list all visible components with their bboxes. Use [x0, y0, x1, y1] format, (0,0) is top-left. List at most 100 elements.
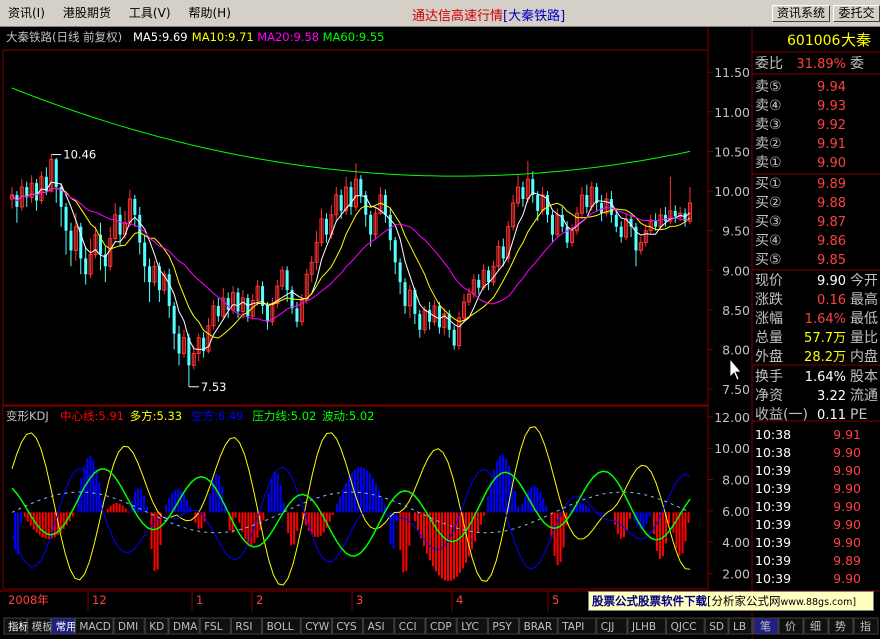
menu-help[interactable]: 帮助(H)	[183, 4, 237, 23]
indicator-tab-lyc[interactable]: LYC	[456, 617, 488, 635]
watermark-banner[interactable]: 股票公式股票软件下载[分析家公式网www.88gs.com]	[588, 591, 874, 611]
stat2-label: 换手	[755, 368, 783, 385]
candle-down	[673, 210, 677, 217]
candlestick-series	[9, 154, 693, 387]
tick-price: 9.90	[833, 463, 861, 478]
candle-down	[64, 206, 68, 231]
kdj-title: 变形KDJ	[6, 409, 49, 423]
candle-down	[84, 258, 88, 275]
bid-label: 买④	[755, 233, 782, 249]
quote-tab-2[interactable]: 细	[803, 617, 829, 635]
ask-price: 9.92	[817, 118, 846, 133]
bid-price: 9.88	[817, 196, 846, 211]
indicator-tab-模板[interactable]: 模板	[27, 617, 53, 635]
indicator-tab-label: RSI	[235, 621, 252, 633]
menu-tools[interactable]: 工具(V)	[123, 4, 177, 23]
stat-label: 总量	[755, 330, 783, 346]
indicator-tab-label: QJCC	[671, 621, 697, 633]
indicator-tab-cci[interactable]: CCI	[394, 617, 426, 635]
indicator-tab-cjj[interactable]: CJJ	[596, 617, 628, 635]
tick-price: 9.90	[833, 499, 861, 514]
watermark-text-3: www.88gs.com]	[780, 597, 857, 608]
indicator-tab-label: DMI	[118, 621, 138, 633]
indicator-tab-qjcc[interactable]: QJCC	[666, 617, 705, 635]
indicator-tab-常用[interactable]: 常用	[51, 617, 77, 635]
indicator-tab-label: SD	[709, 621, 724, 633]
x-axis-month-label: 5	[552, 593, 559, 607]
quote-tab-1[interactable]: 价	[778, 617, 804, 635]
stat-label: 涨幅	[755, 311, 783, 327]
menu-bar: 资讯(I) 港股期货 工具(V) 帮助(H) 通达信高速行情[大秦铁路] 资讯系…	[0, 0, 880, 27]
app-title-stock: [大秦铁路]	[503, 9, 566, 24]
candle-down	[172, 305, 176, 334]
indicator-tab-lb[interactable]: LB	[728, 617, 753, 635]
indicator-tab-brar[interactable]: BRAR	[519, 617, 558, 635]
x-axis-month-label: 3	[356, 593, 363, 607]
tick-price: 9.90	[833, 517, 861, 532]
tick-price: 9.90	[833, 481, 861, 496]
stat-value: 9.90	[817, 274, 846, 289]
entrust-trade-button[interactable]: 委托交	[833, 5, 880, 22]
menu-info[interactable]: 资讯(I)	[2, 4, 51, 23]
kdj-label-0: 中心线:5.91	[60, 409, 124, 423]
candle-down	[295, 308, 299, 322]
menu-list: 资讯(I) 港股期货 工具(V) 帮助(H)	[2, 4, 243, 23]
tick-time: 10:39	[755, 463, 791, 478]
kdj-label-4: 波动:5.02	[322, 409, 374, 423]
tick-price: 9.90	[833, 445, 861, 460]
bid-price: 9.86	[817, 234, 846, 249]
tick-time: 10:39	[755, 481, 791, 496]
indicator-tab-rsi[interactable]: RSI	[230, 617, 263, 635]
candle-down	[226, 298, 230, 310]
indicator-tab-tapi[interactable]: TAPI	[557, 617, 597, 635]
stat-value: 57.7万	[804, 331, 846, 346]
indicator-tab-sd[interactable]: SD	[704, 617, 729, 635]
kdj-label-2: 空方:6.49	[191, 409, 243, 423]
bid-price: 9.85	[817, 253, 846, 268]
price-y-tick-label: 11.50	[714, 65, 750, 80]
stat2-extra: 股本	[850, 369, 878, 385]
candle-down	[477, 279, 481, 288]
stat-extra: 内盘	[850, 348, 878, 365]
news-system-button[interactable]: 资讯系统	[772, 5, 830, 22]
price-y-tick-label: 10.00	[714, 184, 750, 199]
indicator-tab-label: CDP	[430, 621, 452, 633]
quote-tab-4[interactable]: 指	[853, 617, 879, 635]
mouse-cursor-icon	[729, 357, 742, 381]
tick-time: 10:38	[755, 445, 791, 460]
candle-down	[35, 183, 39, 201]
indicator-tab-dmi[interactable]: DMI	[113, 617, 145, 635]
indicator-tab-label: LYC	[461, 621, 479, 633]
indicator-tab-asi[interactable]: ASI	[363, 617, 395, 635]
candle-down	[339, 195, 343, 211]
indicator-tab-boll[interactable]: BOLL	[262, 617, 301, 635]
indicator-tab-jlhb[interactable]: JLHB	[627, 617, 667, 635]
watermark-text-2: [分析家公式网	[707, 594, 781, 608]
indicator-tab-macd[interactable]: MACD	[74, 617, 114, 635]
watermark-text-1: 股票公式股票软件下载	[592, 594, 707, 608]
candle-down	[177, 333, 181, 354]
indicator-tab-cys[interactable]: CYS	[331, 617, 364, 635]
indicator-tab-psy[interactable]: PSY	[487, 617, 520, 635]
annotation-label: 7.53	[201, 380, 227, 394]
indicator-tab-fsl[interactable]: FSL	[199, 617, 231, 635]
indicator-tab-指标[interactable]: 指标	[3, 617, 29, 635]
ask-price: 9.91	[817, 137, 846, 152]
quote-tab-3[interactable]: 势	[828, 617, 854, 635]
indicator-tab-label: TAPI	[561, 621, 584, 633]
candle-down	[609, 198, 613, 215]
indicator-tab-label: FSL	[204, 621, 223, 633]
quote-tab-0[interactable]: 笔	[753, 617, 779, 635]
indicator-tab-label: LB	[733, 621, 746, 633]
bid-label: 买①	[755, 176, 782, 192]
tick-time: 10:38	[755, 427, 791, 442]
indicator-tab-kd[interactable]: KD	[144, 617, 169, 635]
quote-panel: 601006 大秦委比 31.89% 委卖⑤ 9.94 卖④ 9.93 卖③ 9.92 卖② 9.9…	[752, 31, 880, 635]
indicator-tab-dma[interactable]: DMA	[168, 617, 200, 635]
stat-label: 涨跌	[755, 292, 783, 308]
indicator-tab-cyw[interactable]: CYW	[300, 617, 332, 635]
indicator-tab-cdp[interactable]: CDP	[425, 617, 457, 635]
stock-name: 大秦	[841, 31, 871, 49]
quote-tab-label: 细	[810, 620, 821, 633]
menu-hk-futures[interactable]: 港股期货	[57, 4, 117, 23]
